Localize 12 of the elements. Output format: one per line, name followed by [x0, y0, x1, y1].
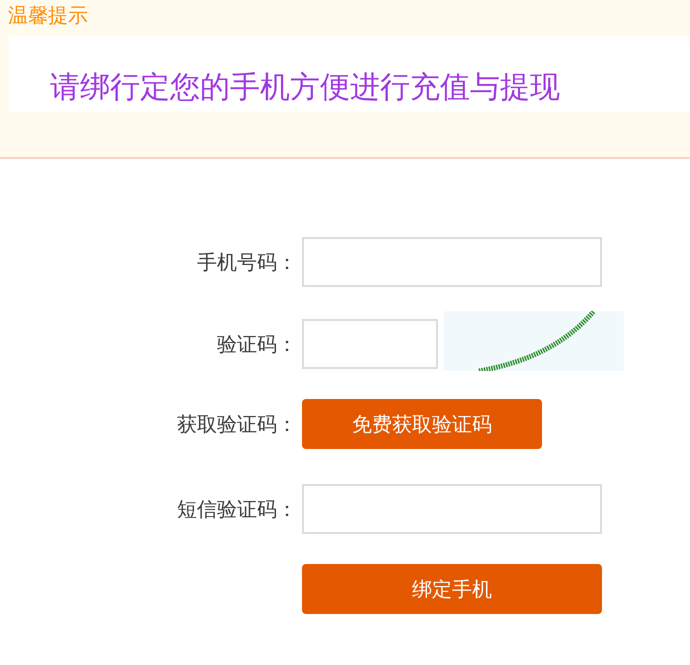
field-label: 短信验证码：	[177, 496, 297, 522]
captcha-image[interactable]	[444, 311, 624, 371]
get-code-button[interactable]: 免费获取验证码	[302, 399, 542, 449]
bind-phone-button[interactable]: 绑定手机	[302, 564, 602, 614]
input-field[interactable]	[302, 319, 438, 369]
input-field[interactable]	[302, 237, 602, 287]
field-label: 验证码：	[217, 331, 297, 357]
field-label: 获取验证码：	[177, 411, 297, 437]
field-label: 手机号码：	[197, 249, 297, 275]
input-field[interactable]	[302, 484, 602, 534]
notice-title: 温馨提示	[7, 2, 89, 28]
notice-message: 请绑行定您的手机方便进行充值与提现	[50, 69, 560, 107]
